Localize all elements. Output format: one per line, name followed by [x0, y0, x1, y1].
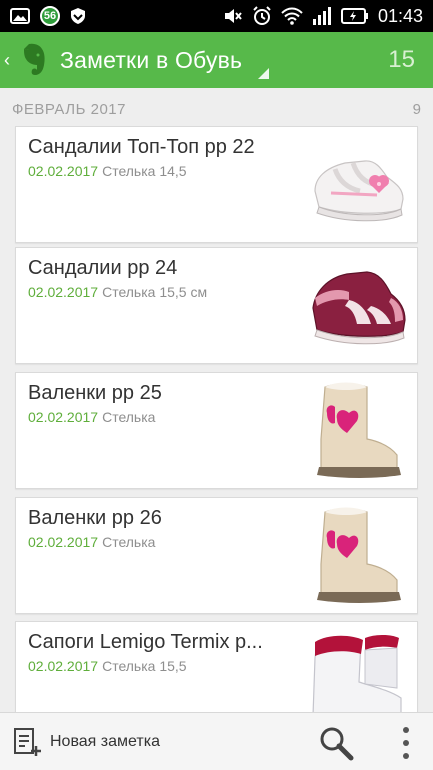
note-title: Сандалии Топ-Топ рр 22: [28, 136, 255, 158]
new-note-button[interactable]: Новая заметка: [12, 726, 160, 758]
note-meta: 02.02.2017 Стелька: [28, 534, 155, 550]
evernote-logo-icon[interactable]: [16, 40, 50, 80]
new-note-icon: [14, 727, 41, 756]
shield-icon: [71, 8, 85, 24]
alarm-icon: [253, 6, 271, 25]
note-card[interactable]: Сандалии рр 24 02.02.2017 Стелька 15,5 см: [15, 247, 418, 364]
note-meta: 02.02.2017 Стелька: [28, 409, 155, 425]
month-section-header: ФЕВРАЛЬ 2017 9: [0, 96, 433, 122]
bottom-toolbar: Новая заметка: [0, 712, 433, 770]
note-title: Сапоги Lemigo Termix р...: [28, 631, 263, 653]
notebook-dropdown-icon[interactable]: [258, 68, 269, 79]
burgundy-sandal-image: [312, 271, 406, 345]
notification-badge: 56: [40, 6, 60, 26]
note-snippet: Стелька: [102, 534, 156, 550]
wifi-icon: [281, 7, 303, 25]
note-card[interactable]: Сандалии Топ-Топ рр 22 02.02.2017 Стелька…: [15, 126, 418, 243]
section-count: 9: [412, 100, 421, 118]
note-date: 02.02.2017: [28, 163, 99, 179]
app-bar: ‹ Заметки в Обувь 15: [0, 32, 433, 88]
felt-boot-image: [317, 382, 401, 478]
note-card[interactable]: Валенки рр 25 02.02.2017 Стелька: [15, 372, 418, 489]
note-snippet: Стелька 15,5 см: [102, 284, 208, 300]
search-icon[interactable]: [318, 725, 354, 761]
felt-boot-image: [317, 507, 401, 603]
note-card[interactable]: Сапоги Lemigo Termix р... 02.02.2017 Стел…: [15, 621, 418, 716]
clock: 01:43: [377, 5, 423, 26]
note-meta: 02.02.2017 Стелька 14,5: [28, 163, 187, 179]
note-date: 02.02.2017: [28, 409, 99, 425]
note-title: Валенки рр 26: [28, 507, 162, 529]
status-bar: 56 01:43: [0, 0, 433, 32]
white-pink-sandal-image: [314, 160, 404, 222]
battery-icon: [340, 8, 368, 24]
note-date: 02.02.2017: [28, 534, 99, 550]
note-snippet: Стелька 15,5: [102, 658, 187, 674]
notebook-title[interactable]: Заметки в Обувь: [60, 47, 242, 74]
note-meta: 02.02.2017 Стелька 15,5 см: [28, 284, 207, 300]
signal-icon: [312, 7, 331, 25]
note-snippet: Стелька: [102, 409, 156, 425]
note-count: 15: [388, 46, 415, 73]
section-title: ФЕВРАЛЬ 2017: [12, 100, 126, 118]
gallery-icon: [10, 8, 30, 24]
back-chevron-icon[interactable]: ‹: [4, 50, 14, 71]
new-note-label: Новая заметка: [50, 732, 160, 750]
note-date: 02.02.2017: [28, 658, 99, 674]
note-snippet: Стелька 14,5: [102, 163, 187, 179]
note-title: Валенки рр 25: [28, 382, 162, 404]
note-title: Сандалии рр 24: [28, 257, 178, 279]
note-date: 02.02.2017: [28, 284, 99, 300]
note-card[interactable]: Валенки рр 26 02.02.2017 Стелька: [15, 497, 418, 614]
white-red-boot-image: [312, 635, 402, 716]
note-meta: 02.02.2017 Стелька 15,5: [28, 658, 187, 674]
mute-icon: [224, 9, 242, 23]
more-options-icon[interactable]: [396, 727, 416, 759]
